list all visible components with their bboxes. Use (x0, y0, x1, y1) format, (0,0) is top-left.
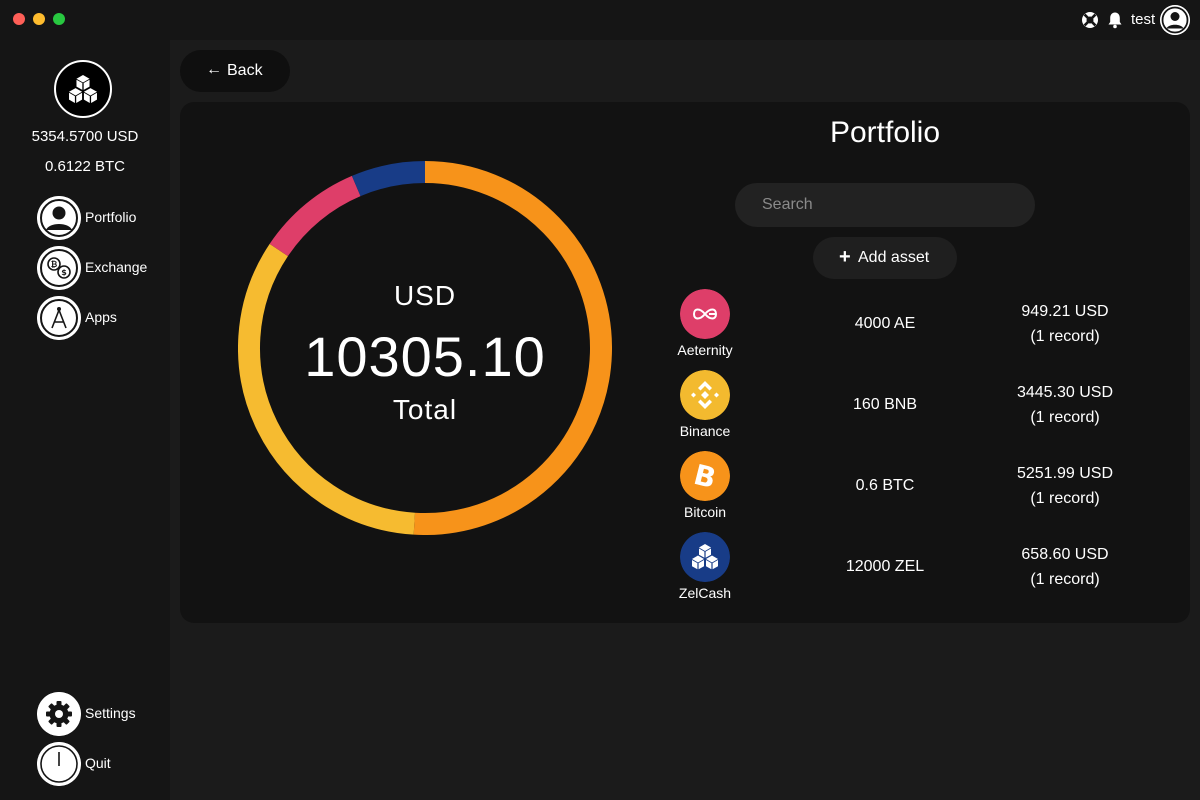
svg-text:₿: ₿ (51, 260, 58, 269)
sidebar-item-exchange[interactable]: ₿ $ Exchange (37, 246, 167, 290)
donut-slice-aeternity (269, 175, 361, 257)
asset-name: Bitcoin (683, 504, 727, 520)
sidebar-item-label: Apps (85, 309, 117, 325)
asset-value: 658.60 USD (1021, 546, 1109, 563)
asset-row-zelcash[interactable]: ZelCash 12000 ZEL 658.60 USD (1 record) (660, 532, 1180, 608)
asset-value: 949.21 USD (1021, 303, 1109, 320)
asset-amount: 0.6 BTC (855, 477, 915, 494)
add-asset-button[interactable]: + Add asset (813, 237, 957, 279)
sidebar-item-label: Exchange (85, 259, 148, 275)
sidebar: 5354.5700 USD 0.6122 BTC Portfolio ₿ $ E… (0, 40, 170, 800)
sidebar-item-quit[interactable]: Quit (37, 742, 167, 786)
power-icon (37, 742, 81, 786)
page-title: Portfolio (829, 116, 941, 149)
zelcash-icon (680, 532, 730, 582)
asset-name: Binance (679, 423, 731, 439)
svg-text:$: $ (61, 268, 67, 277)
sidebar-item-label: Portfolio (85, 209, 137, 225)
chart-total-label: Total (392, 394, 458, 425)
balance-btc: 0.6122 BTC (44, 158, 126, 175)
asset-records: (1 record) (1030, 409, 1100, 426)
add-asset-label: Add asset (858, 249, 930, 266)
bitcoin-icon: B (680, 451, 730, 501)
zoom-window-button[interactable] (53, 13, 65, 25)
asset-value: 3445.30 USD (1016, 384, 1114, 401)
app-window: test 5354.5700 USD 0.6122 BTC Portfolio … (0, 0, 1200, 800)
user-icon (37, 196, 81, 240)
portfolio-card: USD 10305.10 Total Portfolio + Add asset… (180, 102, 1190, 623)
asset-records: (1 record) (1030, 571, 1100, 588)
asset-name: Aeternity (677, 342, 733, 358)
exchange-icon: ₿ $ (37, 246, 81, 290)
asset-row-binance[interactable]: Binance 160 BNB 3445.30 USD (1 record) (660, 370, 1180, 446)
sidebar-item-label: Quit (85, 755, 111, 771)
help-lifebuoy-icon[interactable] (1080, 10, 1100, 30)
back-button-label: Back (227, 62, 263, 79)
asset-row-aeternity[interactable]: Aeternity 4000 AE 949.21 USD (1 record) (660, 289, 1180, 365)
sidebar-item-apps[interactable]: Apps (37, 296, 167, 340)
bell-icon[interactable] (1105, 10, 1125, 30)
asset-row-bitcoin[interactable]: B Bitcoin 0.6 BTC 5251.99 USD (1 record) (660, 451, 1180, 527)
minimize-window-button[interactable] (33, 13, 45, 25)
asset-amount: 4000 AE (854, 315, 916, 332)
gear-icon (37, 692, 81, 736)
zelcore-logo-icon (54, 60, 112, 118)
asset-records: (1 record) (1030, 328, 1100, 345)
apps-icon (37, 296, 81, 340)
aeternity-icon (680, 289, 730, 339)
asset-records: (1 record) (1030, 490, 1100, 507)
close-window-button[interactable] (13, 13, 25, 25)
username[interactable]: test (1131, 11, 1155, 28)
sidebar-item-label: Settings (85, 705, 136, 721)
chart-currency: USD (393, 280, 457, 311)
asset-amount: 12000 ZEL (845, 558, 925, 575)
asset-name: ZelCash (678, 585, 732, 601)
back-button[interactable]: ← Back (180, 50, 290, 92)
title-bar: test (0, 0, 1200, 40)
search-input[interactable] (735, 183, 1035, 227)
donut-slice-zelcash (351, 161, 426, 197)
user-avatar-icon[interactable] (1160, 5, 1190, 35)
binance-icon (680, 370, 730, 420)
sidebar-item-settings[interactable]: Settings (37, 692, 167, 736)
plus-icon: + (839, 246, 851, 268)
sidebar-item-portfolio[interactable]: Portfolio (37, 196, 167, 240)
arrow-left-icon: ← (206, 61, 222, 78)
asset-value: 5251.99 USD (1016, 465, 1114, 482)
balance-usd: 5354.5700 USD (31, 128, 139, 145)
asset-amount: 160 BNB (852, 396, 918, 413)
chart-total-value: 10305.10 (304, 325, 546, 388)
